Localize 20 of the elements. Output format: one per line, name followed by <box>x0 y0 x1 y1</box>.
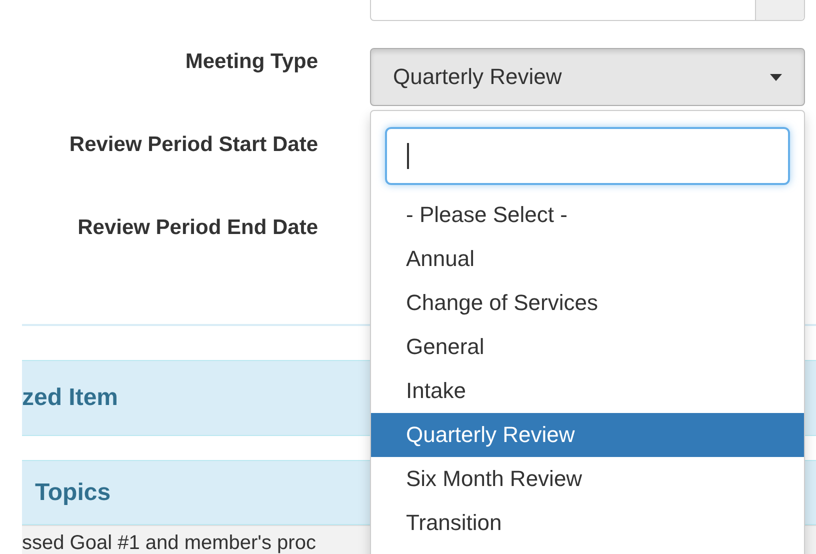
caret-icon <box>770 74 782 80</box>
field-label: Review Period Start Date <box>68 132 318 157</box>
search-field[interactable] <box>385 127 790 185</box>
dropdown-option[interactable]: Quarterly Review <box>371 413 804 457</box>
field-addon <box>755 0 804 20</box>
dropdown-option[interactable]: Transition <box>371 501 804 545</box>
text-field[interactable] <box>370 0 805 21</box>
field-label: Review Period End Date <box>76 215 318 240</box>
text-cursor <box>407 143 409 169</box>
panel-title: zed Item <box>22 384 118 412</box>
dropdown-option[interactable]: - Please Select - <box>371 193 804 237</box>
dropdown-option[interactable]: Intake <box>371 369 804 413</box>
panel-title: Topics <box>35 478 111 506</box>
dropdown-option[interactable]: Change of Services <box>371 281 804 325</box>
dropdown-option[interactable]: General <box>371 325 804 369</box>
dropdown-option[interactable]: Six Month Review <box>371 457 804 501</box>
meeting-type-select[interactable]: Quarterly Review <box>370 48 805 106</box>
field-label: Meeting Type <box>184 49 318 74</box>
row-text: ssed Goal #1 and member's proc <box>22 532 316 554</box>
dropdown-option[interactable]: Annual <box>371 237 804 281</box>
